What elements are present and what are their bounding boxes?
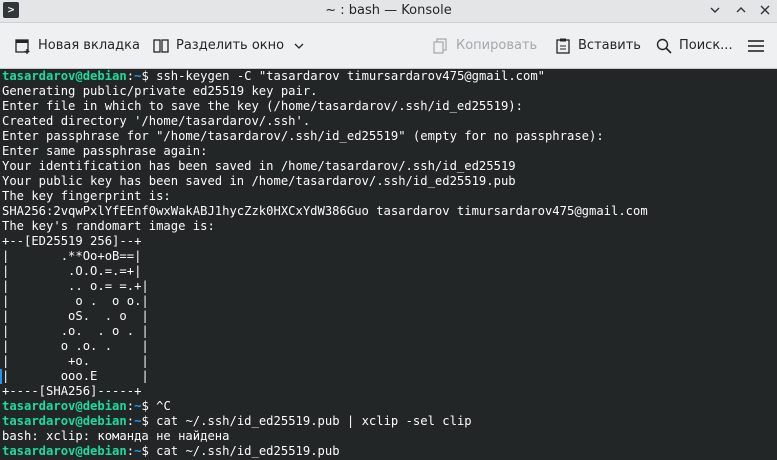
- command-text: ^C: [156, 399, 171, 413]
- terminal-output-line: The key's randomart image is:: [2, 219, 215, 233]
- prompt-user: tasardarov@debian: [2, 69, 127, 83]
- prompt-symbol: $: [141, 414, 157, 428]
- terminal-output-line: Your identification has been saved in /h…: [2, 159, 516, 173]
- prompt-symbol: $: [141, 69, 157, 83]
- terminal-output-line: | .**Oo+oB==|: [2, 249, 142, 263]
- terminal-output-line: | o .o. . |: [2, 339, 149, 353]
- main-toolbar: Новая вкладка Разделить окно Копировать …: [0, 23, 777, 69]
- command-text: ssh-keygen -C "tasardarov timursardarov4…: [156, 69, 546, 83]
- hamburger-menu-icon: [747, 37, 765, 55]
- terminal-output-line: The key fingerprint is:: [2, 189, 171, 203]
- prompt-separator: :: [126, 444, 135, 458]
- scroll-marker: [0, 369, 2, 384]
- paste-label: Вставить: [578, 38, 641, 53]
- close-icon[interactable]: [755, 1, 775, 21]
- terminal-output[interactable]: tasardarov@debian:~$ ssh-keygen -C "tasa…: [0, 69, 777, 460]
- terminal-output-line: SHA256:2vqwPxlYfEEnf0wxWakABJ1hycZzk0HXC…: [2, 204, 648, 218]
- copy-icon: [432, 37, 450, 55]
- terminal-output-line: Generating public/private ed25519 key pa…: [2, 84, 318, 98]
- window-title: ~ : bash — Konsole: [325, 3, 452, 18]
- terminal-output-line: Your public key has been saved in /home/…: [2, 174, 516, 188]
- prompt-user: tasardarov@debian: [2, 399, 127, 413]
- terminal-output-line: Created directory '/home/tasardarov/.ssh…: [2, 114, 311, 128]
- terminal-output-line: | +o. |: [2, 354, 149, 368]
- new-tab-label: Новая вкладка: [38, 38, 140, 53]
- terminal-output-line: Enter file in which to save the key (/ho…: [2, 99, 523, 113]
- terminal-prompt-line: tasardarov@debian:~$ ^C: [0, 399, 777, 414]
- terminal-prompt-line: tasardarov@debian:~$ cat ~/.ssh/id_ed255…: [0, 444, 777, 459]
- find-button[interactable]: Поиск...: [655, 23, 733, 68]
- terminal-output-line: +--[ED25519 256]--+: [2, 234, 142, 248]
- prompt-symbol: $: [141, 399, 157, 413]
- find-label: Поиск...: [679, 38, 733, 53]
- collapse-chevron-icon[interactable]: [705, 1, 725, 21]
- terminal-output-line: bash: xclip: команда не найдена: [2, 429, 230, 443]
- terminal-output-line: | o . o o.|: [2, 294, 149, 308]
- copy-button[interactable]: Копировать: [432, 23, 537, 68]
- command-text: cat ~/.ssh/id_ed25519.pub: [156, 444, 340, 458]
- prompt-user: tasardarov@debian: [2, 414, 127, 428]
- window-titlebar[interactable]: > ~ : bash — Konsole: [0, 0, 777, 23]
- prompt-separator: :: [126, 414, 135, 428]
- terminal-output-line: +----[SHA256]-----+: [2, 384, 142, 398]
- copy-label: Копировать: [456, 38, 538, 53]
- split-view-label: Разделить окно: [176, 38, 285, 53]
- terminal-output-line: | .. o.= =.+|: [2, 279, 149, 293]
- terminal-output-line: | .o. . o . |: [2, 324, 149, 338]
- split-view-icon: [152, 37, 170, 55]
- paste-icon: [554, 37, 572, 55]
- terminal-prompt-line: tasardarov@debian:~$ ssh-keygen -C "tasa…: [0, 69, 777, 84]
- paste-button[interactable]: Вставить: [554, 23, 641, 68]
- terminal-output-line: | ooo.E |: [2, 369, 149, 383]
- maximize-chevron-icon[interactable]: [731, 1, 751, 21]
- terminal-prompt-line: tasardarov@debian:~$ cat ~/.ssh/id_ed255…: [0, 414, 777, 429]
- terminal-output-line: | oS. . o |: [2, 309, 149, 323]
- split-view-button[interactable]: Разделить окно: [152, 23, 304, 68]
- search-icon: [655, 37, 673, 55]
- terminal-output-line: Enter same passphrase again:: [2, 144, 208, 158]
- prompt-separator: :: [126, 399, 135, 413]
- new-tab-icon: [14, 37, 32, 55]
- hamburger-menu-button[interactable]: [747, 23, 771, 68]
- command-text: cat ~/.ssh/id_ed25519.pub | xclip -sel c…: [156, 414, 472, 428]
- terminal-output-line: Enter passphrase for "/home/tasardarov/.…: [2, 129, 604, 143]
- prompt-user: tasardarov@debian: [2, 444, 127, 458]
- prompt-separator: :: [126, 69, 135, 83]
- terminal-output-line: | .O.O.=.=+|: [2, 264, 142, 278]
- prompt-symbol: $: [141, 444, 157, 458]
- chevron-down-icon[interactable]: [294, 41, 304, 51]
- new-tab-button[interactable]: Новая вкладка: [14, 23, 140, 68]
